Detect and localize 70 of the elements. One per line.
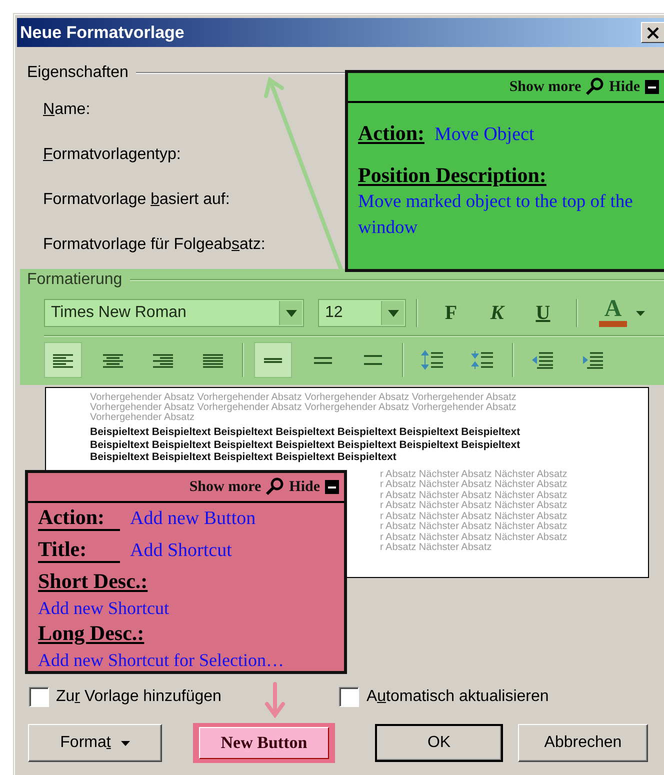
checkbox[interactable]: [29, 687, 49, 707]
caret-icon: [120, 740, 130, 746]
indent-icon: [531, 350, 555, 370]
window-title: Neue Formatvorlage: [19, 22, 186, 42]
line-spacing-button[interactable]: [254, 342, 292, 378]
pointer-arrow: [264, 682, 286, 718]
font-color-button[interactable]: A: [596, 298, 630, 328]
search-icon[interactable]: [585, 77, 606, 97]
annotation-value: Move marked object to the top of the window: [358, 191, 634, 240]
show-more-link[interactable]: Show more: [509, 78, 582, 96]
annotation-value: Add new Shortcut: [38, 597, 170, 620]
align-icon: [51, 351, 75, 369]
close-button[interactable]: [641, 22, 664, 43]
indent-icon: [581, 350, 605, 370]
annotation-value: Add Shortcut: [130, 540, 232, 562]
annotation-label: Title:: [38, 537, 120, 563]
caret-icon[interactable]: [286, 310, 296, 316]
annotation-value: Add new Button: [130, 508, 256, 530]
hide-link[interactable]: Hide: [289, 478, 320, 496]
cancel-button[interactable]: Abbrechen: [518, 724, 648, 762]
show-more-link[interactable]: Show more: [189, 478, 262, 496]
collapse-icon[interactable]: [324, 479, 340, 495]
annotation-label: Action:: [38, 505, 120, 531]
caret-icon[interactable]: [388, 310, 398, 316]
preview-text: r Absatz Nächster Absatz Nächster Absatz: [380, 480, 568, 490]
annotation-label: Short Desc.:: [38, 569, 148, 593]
group-legend: Formatierung: [27, 271, 122, 289]
checkbox-option[interactable]: Automatisch aktualisieren: [339, 687, 549, 707]
align-button[interactable]: [44, 342, 82, 378]
close-icon: [646, 26, 660, 38]
checkbox[interactable]: [339, 687, 360, 707]
preview-text: r Absatz Nächster Absatz Nächster Absatz: [380, 490, 568, 500]
field-label: Name:: [42, 100, 92, 118]
field-label: Formatvorlagentyp:: [42, 146, 182, 164]
preview-text: r Absatz Nächster Absatz Nächster Absatz: [380, 532, 568, 542]
field-label: Formatvorlage für Folgeabsatz:: [42, 236, 266, 254]
collapse-icon[interactable]: [644, 79, 660, 95]
preview-text: Vorhergehender Absatz Vorhergehender Absatz Vorhergehender Absatz Vorhergehender Absatz Vorhergehender Absatz Vorhergehender Absatz Vorhergehender Absatz Vorhergehender Absatz Vorhergehender Absatz: [90, 393, 518, 423]
preview-text: r Absatz Nächster Absatz Nächster Absatz: [380, 522, 568, 532]
align-icon: [201, 351, 225, 369]
style-button[interactable]: U: [520, 299, 566, 327]
preview-text: r Absatz Nächster Absatz Nächster Absatz: [380, 512, 568, 522]
new-button[interactable]: New Button: [199, 727, 329, 759]
annotation-label: Action:: [358, 121, 424, 146]
format-menu-button[interactable]: Format: [28, 724, 162, 762]
line-spacing-icon: [314, 356, 332, 364]
line-spacing-icon: [364, 355, 382, 365]
annotation-value: Move Object: [434, 124, 534, 146]
caret-icon[interactable]: [636, 310, 645, 316]
style-button[interactable]: K: [474, 299, 520, 327]
preview-text: r Absatz Nächster Absatz: [380, 543, 493, 554]
size-dropdown[interactable]: 12: [318, 299, 406, 327]
hide-link[interactable]: Hide: [609, 78, 640, 96]
preview-text: r Absatz Nächster Absatz Nächster Absatz: [380, 501, 568, 512]
annotation-label: Long Desc.:: [38, 621, 144, 645]
line-spacing-icon: [264, 358, 282, 362]
checkbox-option[interactable]: Zur Vorlage hinzufügen: [29, 687, 222, 707]
preview-text: r Absatz Nächster Absatz Nächster Absatz: [380, 470, 568, 480]
annotation-value: Add new Shortcut for Selection…: [38, 649, 285, 672]
paragraph-spacing-icon: [421, 350, 445, 370]
ok-button[interactable]: OK: [375, 724, 503, 762]
annotation-label: Position Description:: [358, 163, 546, 187]
group-legend: Eigenschaften: [27, 64, 128, 82]
align-icon: [101, 351, 125, 369]
align-icon: [151, 351, 175, 369]
paragraph-spacing-icon: [471, 350, 495, 370]
font-dropdown[interactable]: Times New Roman: [44, 299, 304, 327]
style-button[interactable]: F: [428, 299, 474, 327]
preview-text: Beispieltext Beispieltext Beispieltext Beispieltext Beispieltext Beispieltext Beispieltext Beispieltext Beispieltext Beispieltext Beispieltext Beispieltext Beispieltext Beispieltext Beispieltext Beispieltext Beispieltext Beispieltext Beispieltext: [90, 426, 522, 464]
search-icon[interactable]: [265, 477, 286, 497]
